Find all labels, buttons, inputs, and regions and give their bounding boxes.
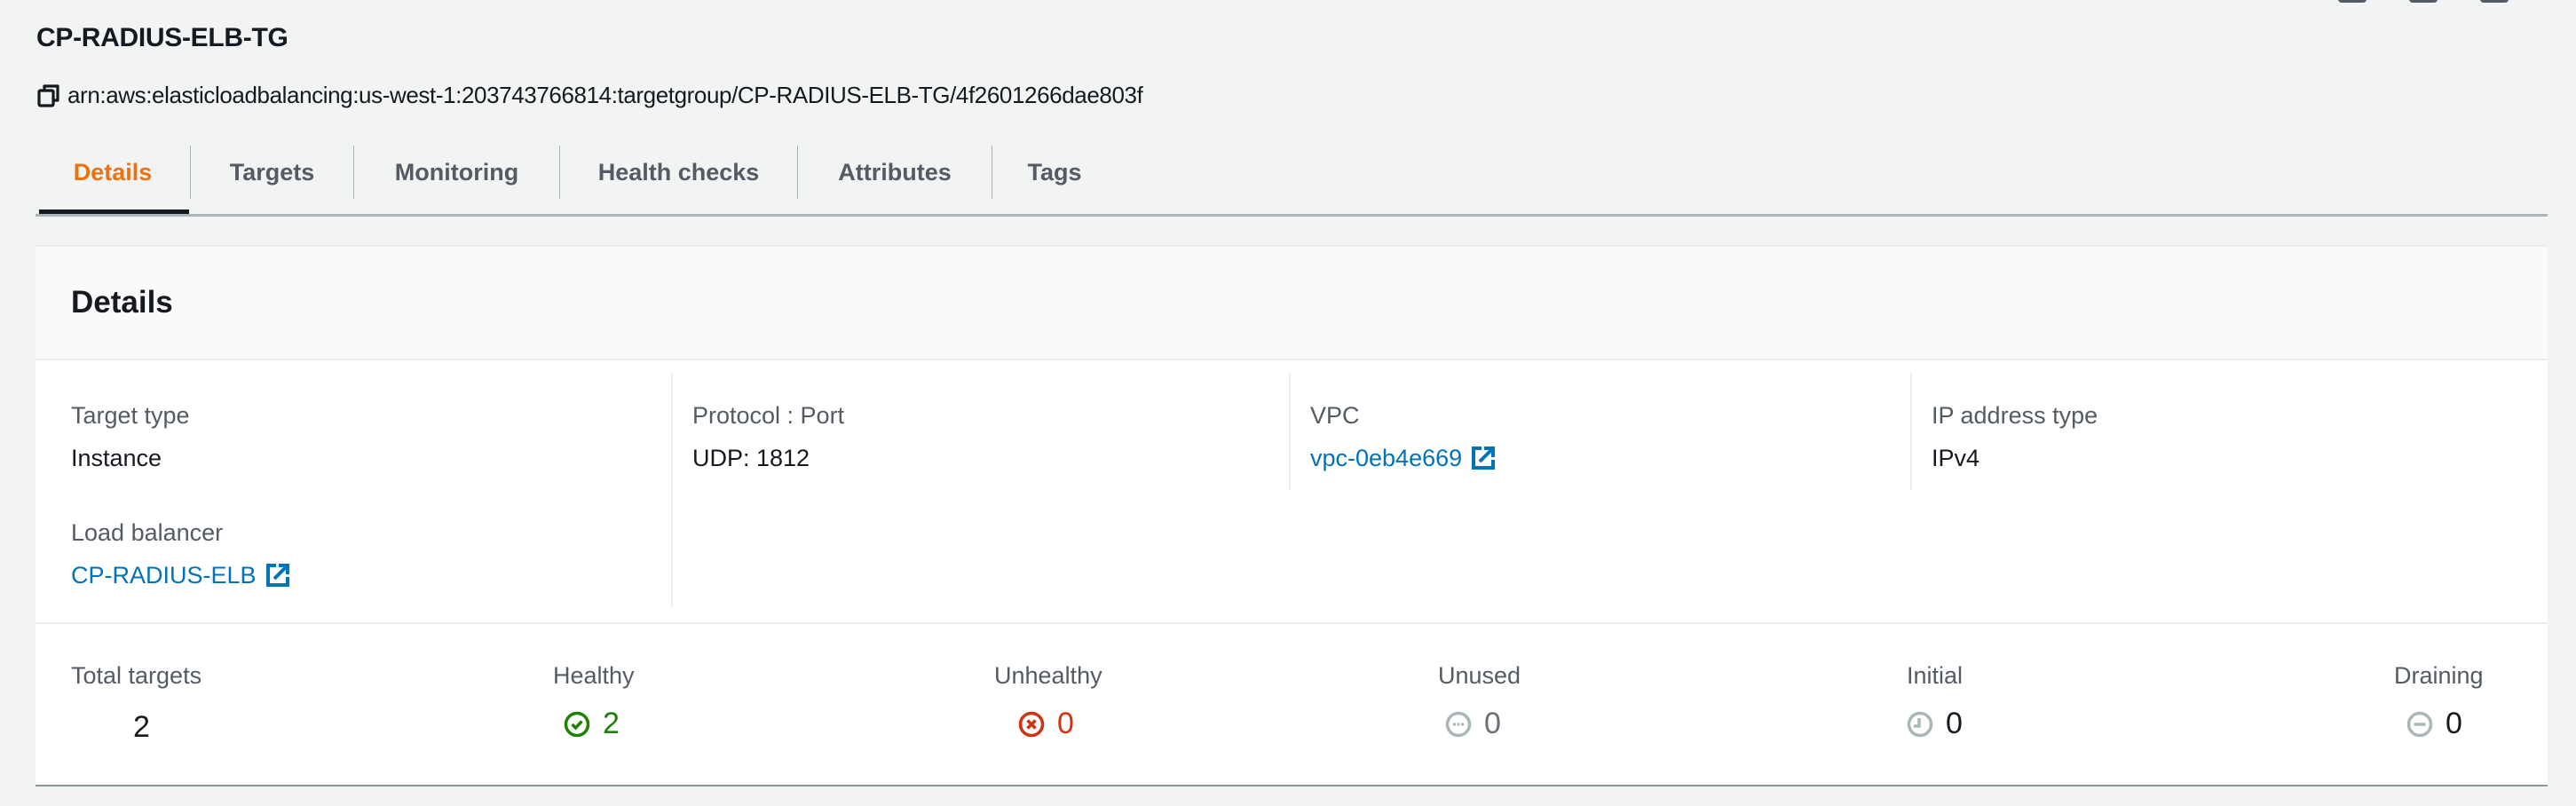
external-link-icon[interactable] [1471,446,1496,470]
stat-label: Draining [2394,662,2484,689]
column-1: Target type Instance Load balancer CP-RA… [51,373,669,607]
tab-monitoring[interactable]: Monitoring [354,146,560,199]
top-action-button-3[interactable] [2480,0,2509,3]
tab-label: Details [73,158,153,186]
tab-label: Monitoring [394,158,519,186]
stat-value-row: 0 [1438,706,1521,741]
field-label: Protocol : Port [692,402,845,429]
stat-value-row: 0 [994,706,1102,741]
field-ip-address-type: IP address type IPv4 [1932,401,2532,472]
tab-health-checks[interactable]: Health checks [560,146,798,199]
check-circle-icon [564,710,590,738]
stat-unhealthy: Unhealthy 0 [994,661,1102,741]
tab-bar: Details Targets Monitoring Health checks… [36,131,2548,217]
card-title: Details [71,285,173,320]
field-value: CP-RADIUS-ELB [71,561,669,589]
stat-value: 0 [1946,707,1963,740]
minus-circle-icon [2406,710,2433,738]
field-vpc: VPC vpc-0eb4e669 [1310,401,1908,472]
field-label: Target type [71,402,190,429]
stat-value-row: 0 [2394,706,2484,741]
field-label: IP address type [1932,402,2098,429]
field-value: Instance [71,445,162,471]
column-2: Protocol : Port UDP: 1812 [671,373,1289,607]
stat-value: 0 [2446,707,2462,740]
stat-label: Healthy [553,662,635,689]
column-4: IP address type IPv4 [1910,373,2532,490]
column-3: VPC vpc-0eb4e669 [1289,373,1908,490]
vpc-link[interactable]: vpc-0eb4e669 [1310,444,1462,472]
field-load-balancer: Load balancer CP-RADIUS-ELB [71,518,669,589]
card-header: Details [36,247,2548,360]
tab-attributes[interactable]: Attributes [798,146,992,199]
field-value: IPv4 [1932,445,1980,471]
field-target-type: Target type Instance [71,401,669,472]
stat-value: 2 [603,707,620,740]
stat-draining: Draining 0 [2394,661,2484,741]
load-balancer-link[interactable]: CP-RADIUS-ELB [71,561,257,589]
field-protocol-port: Protocol : Port UDP: 1812 [692,401,1289,472]
field-label: Load balancer [71,519,224,546]
tab-label: Attributes [838,158,952,186]
stat-value-row: 0 [1907,706,1963,741]
top-action-button-2[interactable] [2409,0,2438,3]
tab-label: Health checks [597,158,760,186]
active-tab-indicator [39,209,189,214]
stat-unused: Unused 0 [1438,661,1521,741]
tab-details[interactable]: Details [36,146,191,199]
field-value: vpc-0eb4e669 [1310,444,1908,472]
stat-value: 0 [1057,707,1074,740]
target-stats: Total targets 2 Healthy 2 Unhealthy 0 Un… [36,624,2548,785]
stat-label: Unused [1438,662,1521,689]
page-title: CP-RADIUS-ELB-TG [36,23,288,52]
tab-targets[interactable]: Targets [191,146,354,199]
tab-label: Tags [1027,158,1082,186]
stat-label: Unhealthy [994,662,1102,689]
stat-initial: Initial 0 [1907,661,1963,741]
top-action-buttons [2264,0,2576,5]
x-circle-icon [1018,710,1045,738]
stat-healthy: Healthy 2 [553,661,635,741]
arn-text: arn:aws:elasticloadbalancing:us-west-1:2… [67,82,1143,108]
stat-value: 2 [133,710,150,744]
clock-icon [1907,710,1933,738]
stat-value-row: 2 [553,706,635,741]
field-value: UDP: 1812 [692,445,810,471]
copy-icon[interactable] [37,83,60,108]
field-label: VPC [1310,402,1360,429]
tab-label: Targets [229,158,315,186]
arn-row: arn:aws:elasticloadbalancing:us-west-1:2… [37,82,1143,109]
top-action-button-1[interactable] [2338,0,2367,3]
stat-label: Initial [1907,662,1964,689]
external-link-icon[interactable] [265,563,290,588]
ellipsis-circle-icon [1445,710,1472,738]
stat-value: 0 [1484,707,1501,740]
stat-label: Total targets [71,662,202,689]
details-card: Details Target type Instance Load balanc… [36,245,2548,785]
stat-total-targets: Total targets 2 [71,661,201,745]
tab-tags[interactable]: Tags [992,146,1117,199]
details-grid: Target type Instance Load balancer CP-RA… [36,360,2548,624]
